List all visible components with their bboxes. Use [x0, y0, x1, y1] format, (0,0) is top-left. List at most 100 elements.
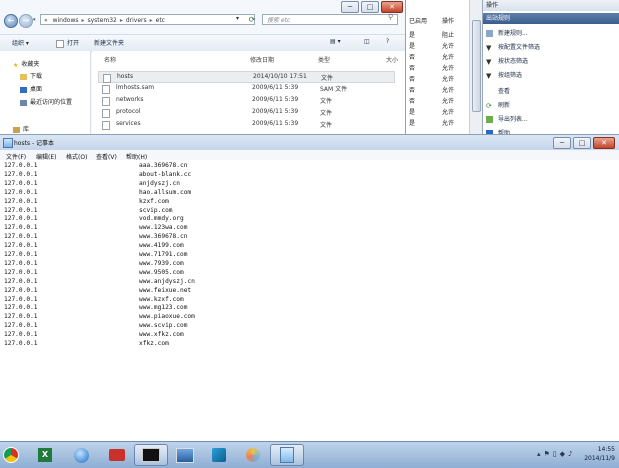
search-icon[interactable]: ⚲	[388, 13, 393, 21]
file-row-protocol[interactable]: protocol 2009/6/11 5:39 文件	[98, 107, 393, 118]
action-filter-by-group[interactable]: ▼ 按组筛选	[486, 70, 522, 81]
rule-action: 允许	[442, 120, 455, 127]
excel-icon[interactable]: X	[28, 444, 62, 466]
hosts-ip: 127.0.0.1	[4, 170, 38, 178]
close-button[interactable]: ✕	[593, 137, 615, 149]
address-dropdown-icon[interactable]: ▾	[236, 15, 239, 22]
file-row-hosts[interactable]: hosts 2014/10/10 17:51 文件	[98, 71, 395, 83]
action-label: 新建规则...	[498, 30, 528, 37]
navigation-pane: ★ 收藏夹 下载 桌面 最近访问的位置 库	[0, 51, 91, 134]
column-header-type[interactable]: 类型	[318, 55, 330, 64]
hosts-ip: 127.0.0.1	[4, 295, 38, 303]
column-header-modified[interactable]: 修改日期	[250, 55, 274, 64]
cmd-icon[interactable]	[134, 444, 168, 466]
rule-action: 允许	[442, 65, 455, 72]
recent-places-icon	[20, 99, 27, 106]
menu-view[interactable]: 查看(V)	[96, 152, 117, 161]
nav-libraries[interactable]: 库	[13, 124, 29, 133]
view-icon	[486, 88, 493, 95]
file-row-networks[interactable]: networks 2009/6/11 5:39 文件	[98, 95, 393, 106]
rule-enabled: 是	[409, 109, 416, 116]
file-row-lmhosts[interactable]: lmhosts.sam 2009/6/11 5:39 SAM 文件	[98, 83, 393, 94]
recent-pages-dropdown-icon[interactable]: ▾	[33, 17, 36, 23]
file-name: lmhosts.sam	[116, 84, 155, 91]
vertical-scrollbar[interactable]	[469, 0, 482, 134]
rule-enabled: 否	[409, 98, 416, 105]
file-modified: 2014/10/10 17:51	[253, 73, 307, 80]
tools-icon[interactable]	[202, 444, 236, 466]
file-name: protocol	[116, 108, 141, 115]
action-new-rule[interactable]: 新建规则...	[486, 28, 528, 39]
network-monitor-icon[interactable]	[168, 444, 202, 466]
search-input[interactable]: 搜索 etc	[262, 14, 398, 25]
action-view[interactable]: 查看	[486, 86, 510, 97]
address-segment-windows[interactable]: windows	[53, 17, 79, 24]
browser-icon[interactable]	[64, 444, 98, 466]
organize-button[interactable]: 组织 ▾	[12, 38, 29, 47]
address-segment-drivers[interactable]: drivers	[126, 17, 147, 24]
nav-favorites[interactable]: ★ 收藏夹	[13, 59, 40, 69]
hosts-ip: 127.0.0.1	[4, 268, 38, 276]
menu-help[interactable]: 帮助(H)	[126, 152, 147, 161]
chrome-icon[interactable]	[0, 444, 22, 466]
refresh-icon[interactable]: ⟳	[246, 14, 258, 25]
hosts-domain: anjdyszj.cn	[139, 179, 180, 187]
notepad-taskbar-icon[interactable]	[270, 444, 304, 466]
notepad-window-controls: ─ □ ✕	[553, 137, 615, 149]
nav-favorites-label: 收藏夹	[21, 61, 40, 68]
notepad-text-area[interactable]: 127.0.0.1 aaa.369678.cn 127.0.0.1 about-bla…	[0, 161, 619, 442]
action-filter-by-profile[interactable]: ▼ 按配置文件筛选	[486, 42, 540, 53]
scrollbar-thumb[interactable]	[472, 20, 481, 112]
open-button[interactable]: 打开	[56, 38, 79, 48]
actions-section-outbound-rules[interactable]: 出站规则	[483, 13, 619, 24]
file-row-services[interactable]: services 2009/6/11 5:39 文件	[98, 119, 393, 130]
menu-edit[interactable]: 编辑(E)	[36, 152, 56, 161]
remote-app-icon[interactable]	[100, 444, 134, 466]
file-name: networks	[116, 96, 144, 103]
column-header-action[interactable]: 操作	[442, 16, 454, 26]
hosts-ip: 127.0.0.1	[4, 179, 38, 187]
system-tray[interactable]: ▴⚑▯◆♪	[537, 450, 576, 458]
action-filter-by-state[interactable]: ▼ 按状态筛选	[486, 56, 528, 67]
column-header-enabled[interactable]: 已启用	[409, 16, 427, 26]
menu-file[interactable]: 文件(F)	[6, 152, 26, 161]
paint-icon[interactable]	[236, 444, 270, 466]
preview-pane-icon[interactable]: ◫	[364, 38, 370, 45]
clock[interactable]: 14:55 2014/11/9	[584, 445, 615, 463]
minimize-button[interactable]: ─	[553, 137, 571, 149]
address-separator-icon[interactable]: ▸	[150, 17, 153, 24]
help-icon[interactable]: ?	[386, 38, 389, 45]
maximize-button[interactable]: □	[573, 137, 591, 149]
hosts-domain: www.9505.com	[139, 268, 184, 276]
hosts-domain: scvip.com	[139, 206, 173, 214]
back-arrow-icon[interactable]: ←	[4, 14, 18, 28]
address-separator-icon[interactable]: ▸	[120, 17, 123, 24]
hosts-ip: 127.0.0.1	[4, 313, 38, 321]
nav-downloads[interactable]: 下载	[20, 71, 42, 80]
menu-format[interactable]: 格式(O)	[66, 152, 87, 161]
hosts-domain: hao.allsum.com	[139, 188, 192, 196]
address-overflow-chevron[interactable]: «	[44, 17, 48, 24]
address-segment-system32[interactable]: system32	[88, 17, 117, 24]
address-bar[interactable]: « windows ▸ system32 ▸ drivers ▸ etc	[40, 14, 255, 25]
hosts-ip: 127.0.0.1	[4, 206, 38, 214]
address-separator-icon[interactable]: ▸	[81, 17, 84, 24]
column-header-size[interactable]: 大小	[386, 55, 398, 64]
address-segment-etc[interactable]: etc	[156, 17, 165, 24]
nav-desktop[interactable]: 桌面	[20, 84, 42, 93]
nav-recent-places[interactable]: 最近访问的位置	[20, 97, 72, 106]
nav-libraries-label: 库	[23, 126, 30, 133]
column-header-name[interactable]: 名称	[104, 55, 116, 64]
action-export-list[interactable]: 导出列表...	[486, 114, 528, 125]
taskbar: X ▴⚑▯◆♪ 14:55 2014/11/9	[0, 441, 619, 468]
refresh-icon: ⟳	[486, 102, 492, 110]
hosts-domain: aaa.369678.cn	[139, 162, 188, 169]
notepad-title-bar[interactable]: hosts - 记事本 ─ □ ✕	[0, 135, 619, 150]
file-icon	[102, 85, 110, 94]
new-folder-button[interactable]: 新建文件夹	[94, 38, 124, 47]
forward-arrow-icon[interactable]: →	[19, 14, 33, 28]
view-options-icon[interactable]: ▤ ▾	[330, 38, 341, 45]
filter-icon: ▼	[486, 58, 492, 66]
hosts-ip: 127.0.0.1	[4, 188, 38, 196]
action-refresh[interactable]: ⟳ 刷新	[486, 100, 510, 111]
